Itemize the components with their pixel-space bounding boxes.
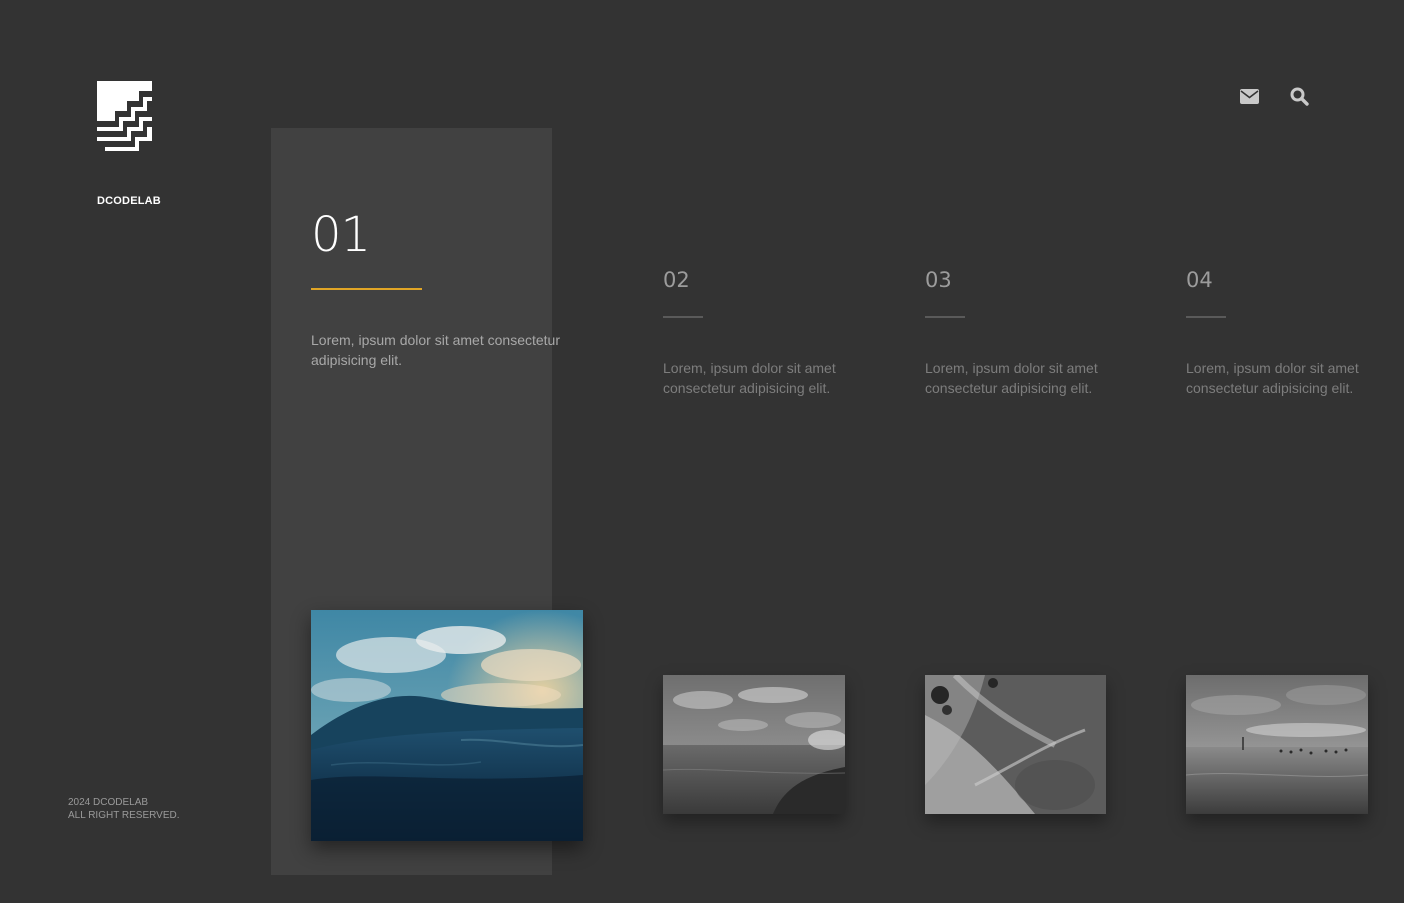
slide-image[interactable] xyxy=(1186,675,1368,814)
active-slide-divider xyxy=(311,288,422,290)
slide-description: Lorem, ipsum dolor sit amet consectetur … xyxy=(1186,360,1359,396)
copyright-line-1: 2024 DCODELAB xyxy=(68,797,149,808)
brand-name: DCODELAB xyxy=(97,195,161,207)
copyright-line-2: ALL RIGHT RESERVED. xyxy=(68,810,180,821)
slide-number: 03 xyxy=(925,268,952,292)
active-slide-description: Lorem, ipsum dolor sit amet consectetur … xyxy=(311,332,560,368)
slide-divider xyxy=(663,316,703,318)
slide-description: Lorem, ipsum dolor sit amet consectetur … xyxy=(925,360,1098,396)
slide-description: Lorem, ipsum dolor sit amet consectetur … xyxy=(663,360,836,396)
slide-item[interactable]: 02 Lorem, ipsum dolor sit amet consectet… xyxy=(663,268,863,398)
stair-logo-icon[interactable] xyxy=(97,81,153,154)
slide-item[interactable]: 03 Lorem, ipsum dolor sit amet consectet… xyxy=(925,268,1125,398)
mail-icon[interactable] xyxy=(1239,86,1259,106)
copyright: 2024 DCODELAB ALL RIGHT RESERVED. xyxy=(68,796,180,822)
slide-item[interactable]: 04 Lorem, ipsum dolor sit amet consectet… xyxy=(1186,268,1386,398)
slide-image[interactable] xyxy=(925,675,1106,814)
active-slide-number: 01 xyxy=(311,207,371,263)
search-icon[interactable] xyxy=(1289,86,1309,106)
top-toolbar xyxy=(1239,86,1309,106)
active-slide-image[interactable] xyxy=(311,610,583,841)
slide-image[interactable] xyxy=(663,675,845,814)
slide-number: 02 xyxy=(663,268,690,292)
slide-number: 04 xyxy=(1186,268,1213,292)
slide-divider xyxy=(925,316,965,318)
slide-divider xyxy=(1186,316,1226,318)
